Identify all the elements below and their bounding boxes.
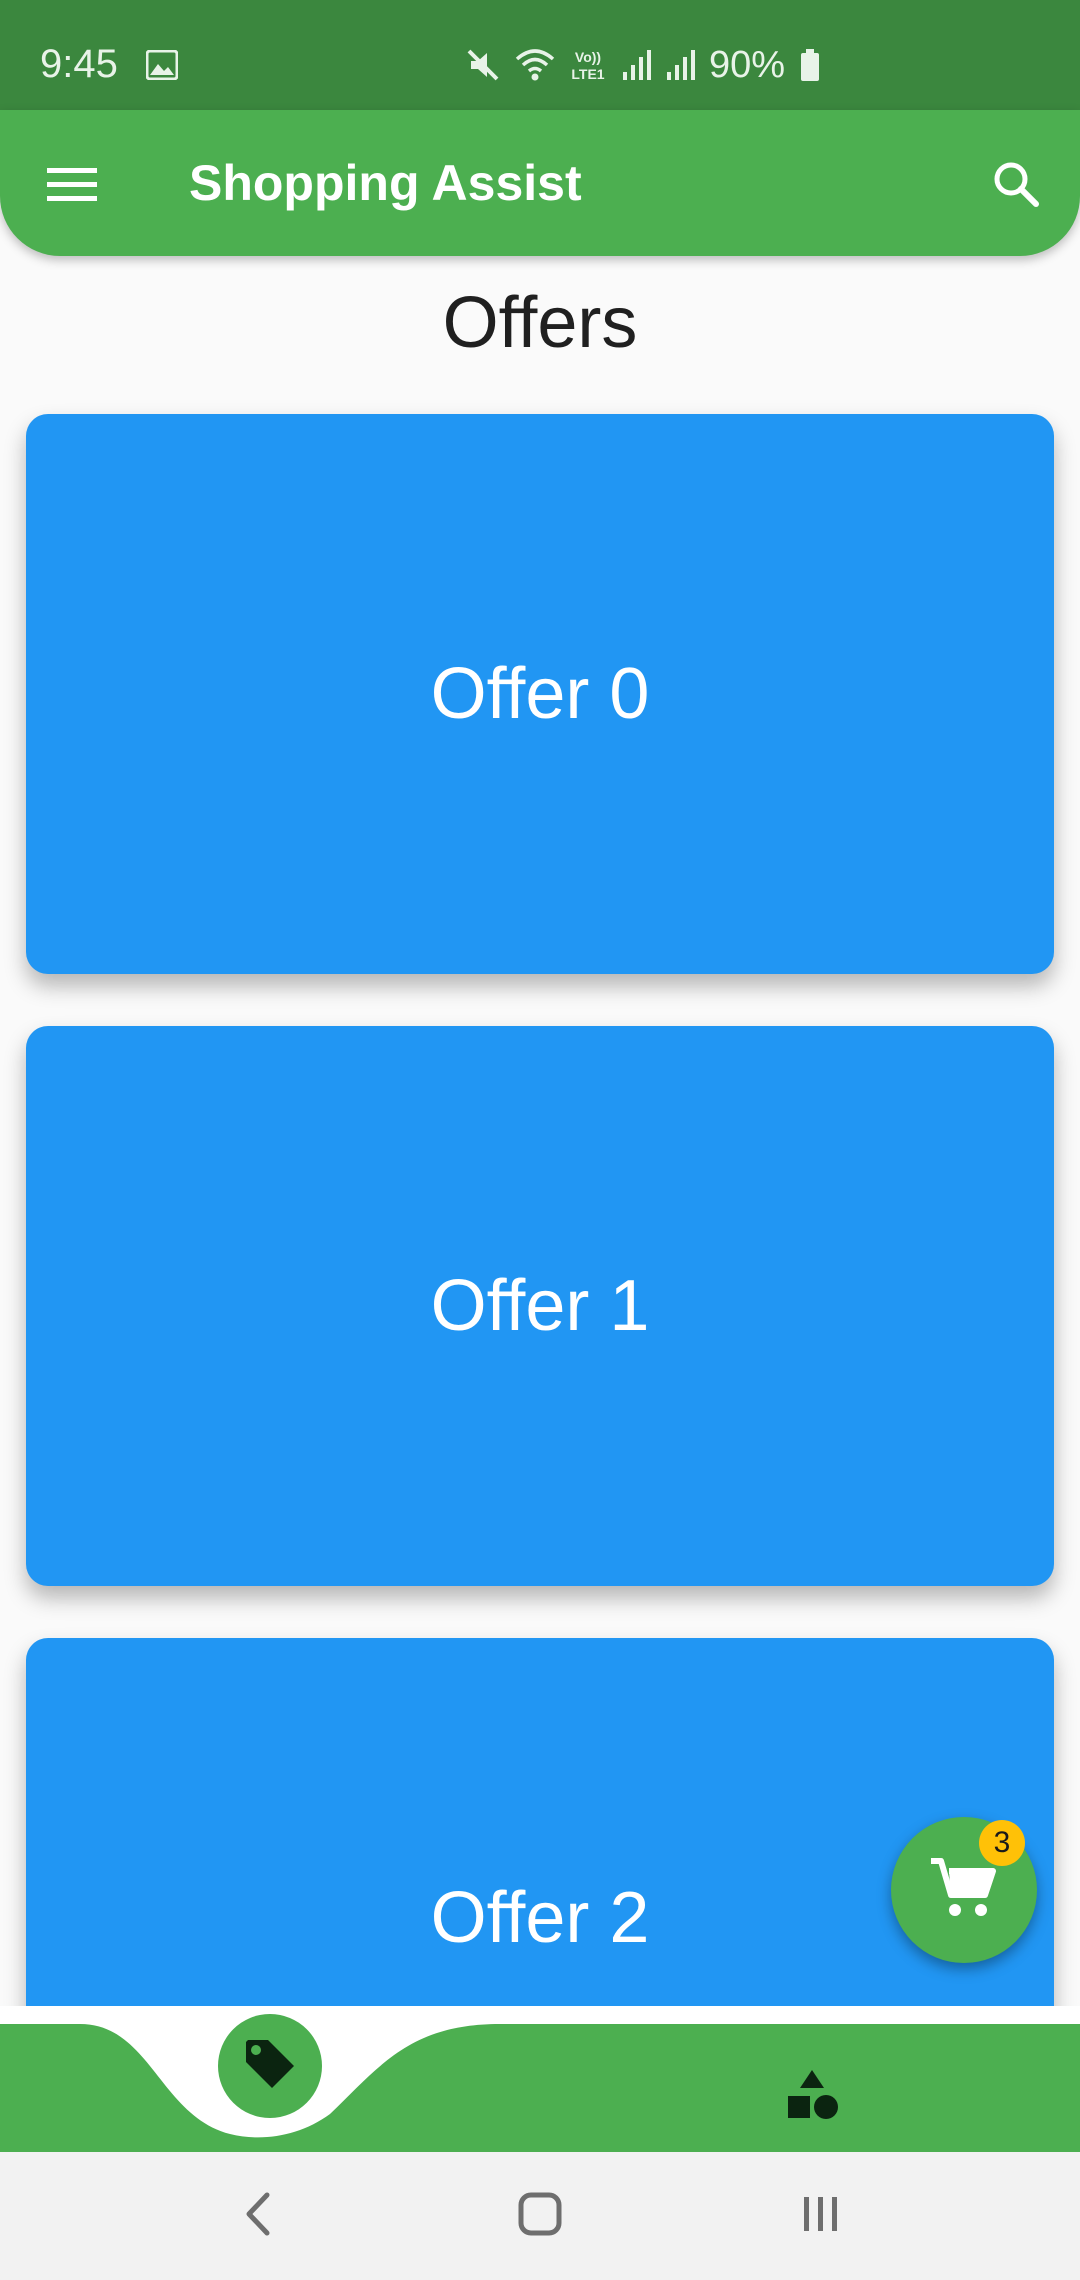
offers-list[interactable]: Offers Offer 0 Offer 1 Offer 2 bbox=[0, 256, 1080, 2006]
search-button[interactable] bbox=[974, 144, 1058, 228]
menu-button[interactable] bbox=[30, 144, 114, 228]
app-title: Shopping Assist bbox=[189, 155, 582, 211]
cart-badge: 3 bbox=[979, 1820, 1025, 1866]
status-time: 9:45 bbox=[40, 42, 118, 86]
app-bar: Shopping Assist bbox=[0, 110, 1080, 256]
bottom-nav-curve bbox=[0, 2024, 1080, 2152]
nav-item-categories[interactable] bbox=[770, 2056, 854, 2140]
offer-label: Offer 2 bbox=[430, 1878, 650, 1958]
system-navigation-bar bbox=[0, 2152, 1080, 2280]
svg-text:LTE1: LTE1 bbox=[571, 66, 604, 82]
app-screen: 9:45 Vo)) LTE1 90% Shopping Assist Offer… bbox=[0, 0, 1080, 2280]
wifi-icon bbox=[515, 47, 555, 83]
menu-icon bbox=[47, 166, 97, 207]
tag-icon bbox=[242, 2036, 298, 2097]
offer-card[interactable]: Offer 0 bbox=[26, 414, 1054, 974]
offer-card[interactable]: Offer 2 bbox=[26, 1638, 1054, 2006]
mute-icon bbox=[465, 47, 501, 83]
page-title: Offers bbox=[442, 283, 638, 363]
back-button[interactable] bbox=[219, 2176, 299, 2256]
cart-icon bbox=[929, 1855, 999, 1926]
recents-icon bbox=[798, 2191, 844, 2242]
offer-label: Offer 0 bbox=[430, 654, 650, 734]
volte-icon: Vo)) LTE1 bbox=[569, 47, 607, 83]
home-button[interactable] bbox=[500, 2176, 580, 2256]
signal-icon bbox=[665, 48, 695, 82]
recents-button[interactable] bbox=[781, 2176, 861, 2256]
battery-icon bbox=[799, 48, 821, 82]
offer-card[interactable]: Offer 1 bbox=[26, 1026, 1054, 1586]
offer-label: Offer 1 bbox=[430, 1266, 650, 1346]
bottom-navigation bbox=[0, 2006, 1080, 2152]
svg-text:Vo)): Vo)) bbox=[575, 49, 601, 65]
signal-icon bbox=[621, 48, 651, 82]
status-bar: 9:45 Vo)) LTE1 90% bbox=[0, 0, 1080, 110]
battery-percent: 90% bbox=[709, 44, 786, 86]
gallery-icon bbox=[145, 49, 179, 81]
nav-item-offers[interactable] bbox=[218, 2014, 322, 2118]
status-icons: Vo)) LTE1 90% bbox=[465, 40, 821, 90]
back-icon bbox=[239, 2189, 279, 2244]
shapes-icon bbox=[784, 2068, 840, 2129]
home-icon bbox=[517, 2191, 563, 2242]
search-icon bbox=[992, 160, 1040, 213]
